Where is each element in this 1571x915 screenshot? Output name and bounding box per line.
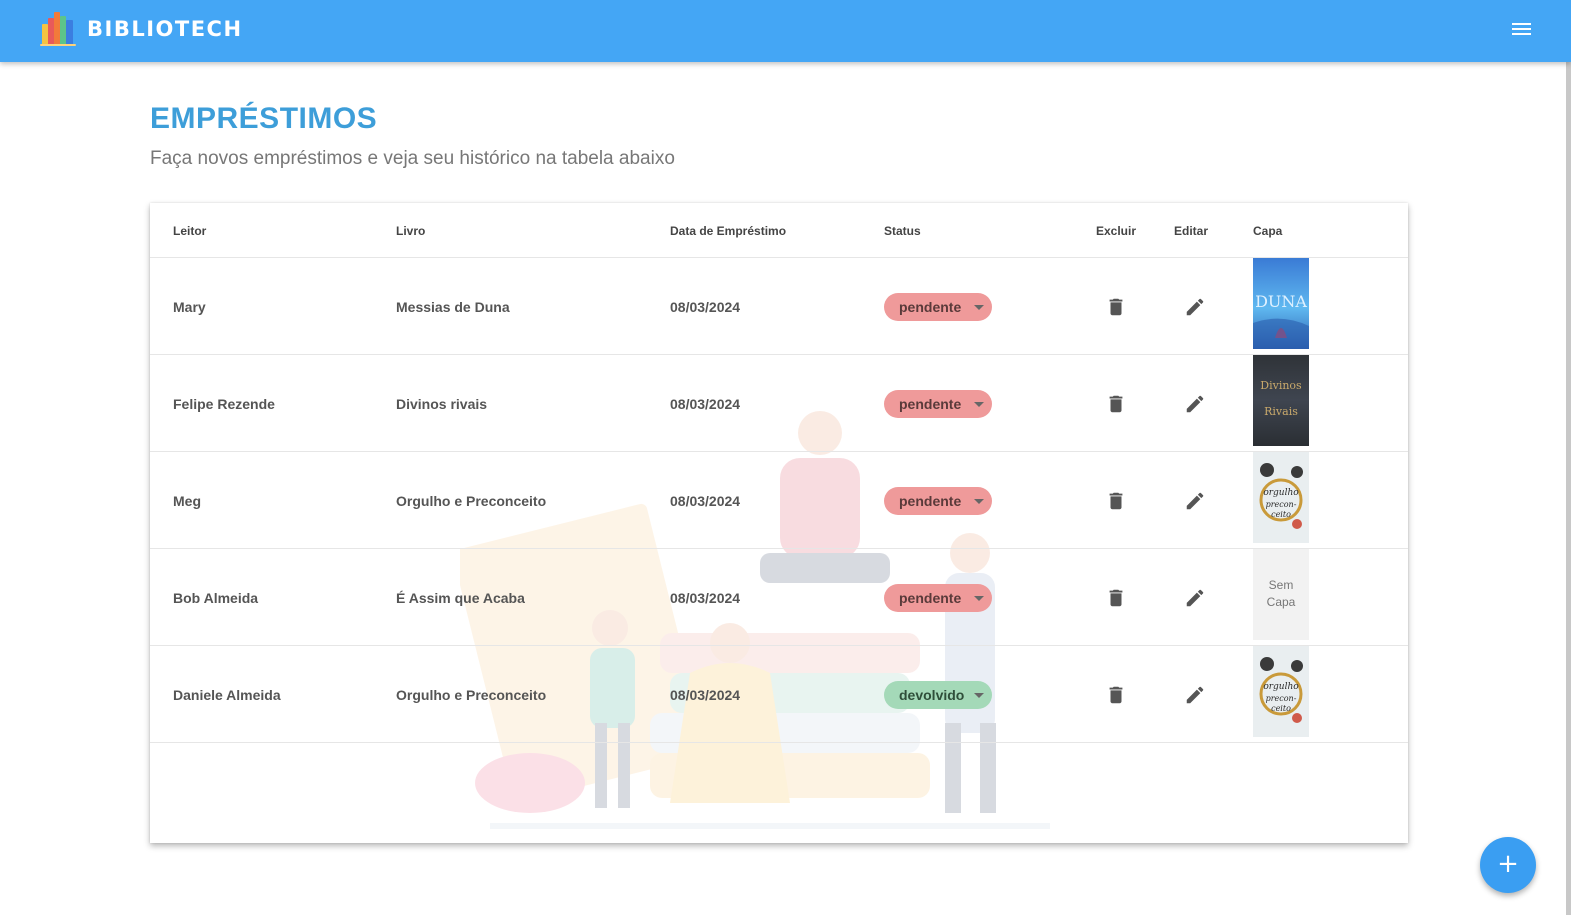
column-header-capa[interactable]: Capa	[1253, 224, 1282, 238]
chevron-down-icon	[974, 596, 984, 601]
no-cover-text-2: Capa	[1266, 595, 1296, 609]
book-cover-image: Divinos Rivais	[1253, 355, 1309, 446]
status-label: pendente	[899, 493, 962, 509]
livro-cell: É Assim que Acaba	[396, 590, 525, 606]
status-select[interactable]: pendente	[884, 487, 992, 515]
books-logo-icon	[40, 12, 76, 46]
leitor-cell: Felipe Rezende	[173, 396, 275, 412]
cover-title-line2: Rivais	[1264, 405, 1298, 418]
cover-title-line2: precon-	[1265, 694, 1297, 703]
pencil-icon[interactable]	[1184, 490, 1206, 512]
column-header-data[interactable]: Data de Empréstimo	[670, 224, 786, 238]
app-name: BIBLIOTECH	[87, 17, 243, 41]
data-cell: 08/03/2024	[670, 493, 741, 509]
leitor-cell: Mary	[173, 299, 206, 315]
livro-cell: Orgulho e Preconceito	[396, 493, 547, 509]
leitor-cell: Meg	[173, 493, 201, 509]
pencil-icon[interactable]	[1184, 684, 1206, 706]
data-cell: 08/03/2024	[670, 590, 741, 606]
page-subtitle: Faça novos empréstimos e veja seu histór…	[150, 148, 675, 169]
top-app-bar: BIBLIOTECH	[0, 0, 1571, 62]
cover-title-line1: Divinos	[1260, 379, 1302, 392]
status-label: pendente	[899, 590, 962, 606]
table-row: Bob Almeida É Assim que Acaba 08/03/2024…	[150, 549, 1408, 646]
chevron-down-icon	[974, 499, 984, 504]
status-label: devolvido	[899, 687, 965, 703]
chevron-down-icon	[974, 305, 984, 310]
cover-title-line1: orgulho	[1263, 682, 1299, 692]
status-select[interactable]: pendente	[884, 390, 992, 418]
pencil-icon[interactable]	[1184, 587, 1206, 609]
column-header-editar[interactable]: Editar	[1174, 224, 1208, 238]
table-header: Leitor Livro Data de Empréstimo Status E…	[150, 203, 1408, 258]
data-cell: 08/03/2024	[670, 396, 741, 412]
livro-cell: Messias de Duna	[396, 299, 510, 315]
brand[interactable]: BIBLIOTECH	[40, 12, 243, 46]
book-cover-image: orgulho precon- ceito	[1253, 452, 1309, 543]
leitor-cell: Daniele Almeida	[173, 687, 281, 703]
cover-title-line1: orgulho	[1263, 488, 1299, 498]
table-row: Felipe Rezende Divinos rivais 08/03/2024…	[150, 355, 1408, 452]
trash-icon[interactable]	[1105, 393, 1127, 415]
scrollbar[interactable]	[1566, 0, 1571, 915]
status-select[interactable]: devolvido	[884, 681, 992, 709]
status-select[interactable]: pendente	[884, 293, 992, 321]
trash-icon[interactable]	[1105, 587, 1127, 609]
cover-title-line2: precon-	[1265, 500, 1297, 509]
livro-cell: Divinos rivais	[396, 396, 488, 412]
chevron-down-icon	[974, 693, 984, 698]
trash-icon[interactable]	[1105, 490, 1127, 512]
cover-title-line3: ceito	[1271, 510, 1291, 519]
chevron-down-icon	[974, 402, 984, 407]
column-header-leitor[interactable]: Leitor	[173, 224, 206, 238]
data-cell: 08/03/2024	[670, 687, 741, 703]
page-title: EMPRÉSTIMOS	[150, 102, 378, 135]
pencil-icon[interactable]	[1184, 393, 1206, 415]
add-icon: +	[1497, 849, 1519, 879]
loans-table-card: Leitor Livro Data de Empréstimo Status E…	[150, 203, 1408, 843]
trash-icon[interactable]	[1105, 296, 1127, 318]
book-cover-image: orgulho precon- ceito	[1253, 646, 1309, 737]
trash-icon[interactable]	[1105, 684, 1127, 706]
cover-title-line3: ceito	[1271, 704, 1291, 713]
status-label: pendente	[899, 299, 962, 315]
table-row: Mary Messias de Duna 08/03/2024 pendente…	[150, 258, 1408, 355]
status-select[interactable]: pendente	[884, 584, 992, 612]
add-loan-button[interactable]: +	[1480, 837, 1536, 893]
no-cover-placeholder: Sem Capa	[1253, 549, 1309, 640]
status-label: pendente	[899, 396, 962, 412]
column-header-status[interactable]: Status	[884, 224, 921, 238]
data-cell: 08/03/2024	[670, 299, 741, 315]
no-cover-text-1: Sem	[1268, 578, 1294, 592]
table-row: Daniele Almeida Orgulho e Preconceito 08…	[150, 646, 1408, 743]
column-header-livro[interactable]: Livro	[396, 224, 425, 238]
table-row: Meg Orgulho e Preconceito 08/03/2024 pen…	[150, 452, 1408, 549]
book-cover-image: DUNA	[1253, 258, 1309, 349]
column-header-excluir[interactable]: Excluir	[1096, 224, 1136, 238]
leitor-cell: Bob Almeida	[173, 590, 259, 606]
hamburger-menu-icon[interactable]	[1510, 20, 1534, 40]
livro-cell: Orgulho e Preconceito	[396, 687, 547, 703]
pencil-icon[interactable]	[1184, 296, 1206, 318]
